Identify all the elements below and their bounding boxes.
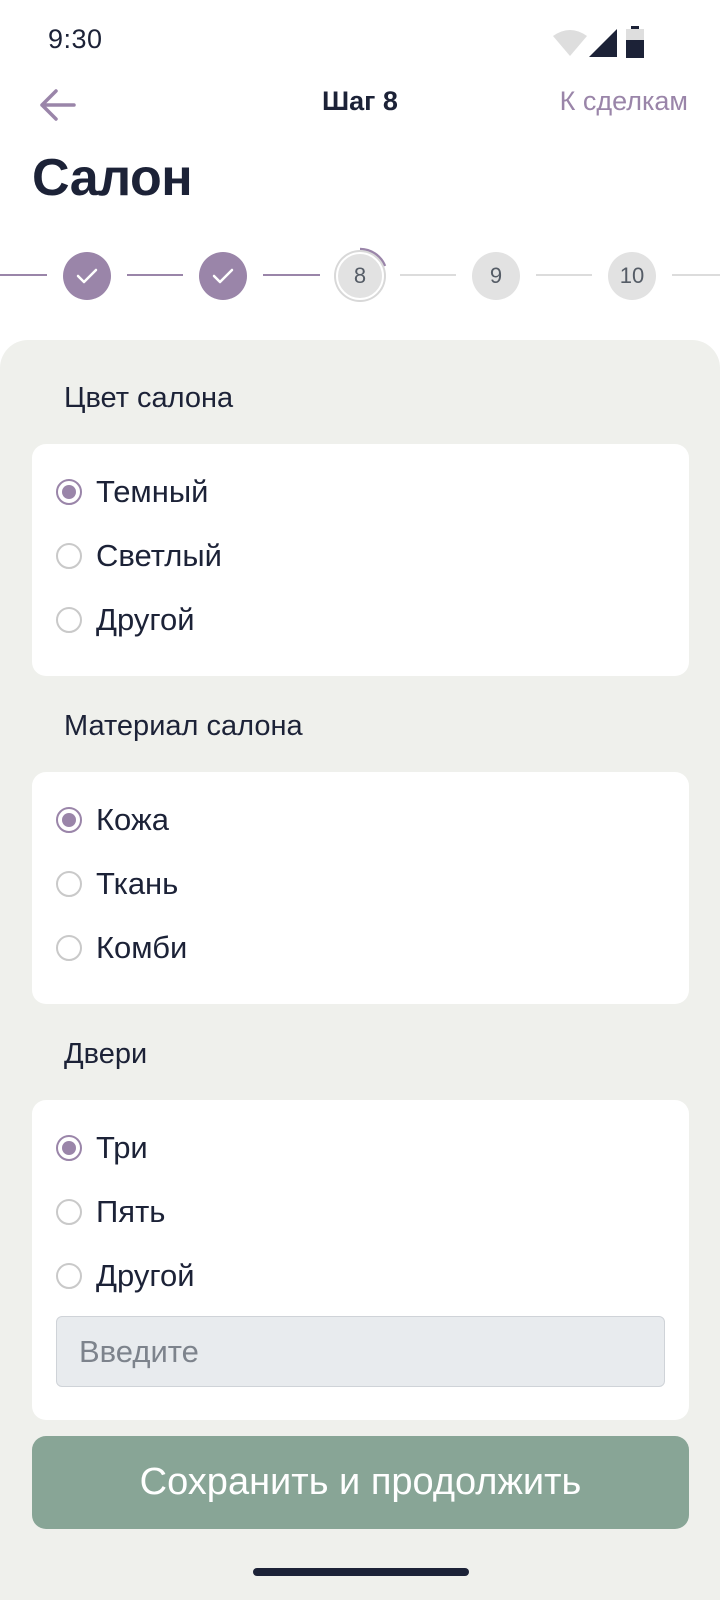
radio-option[interactable]: Комби: [56, 926, 187, 970]
radio-label: Пять: [96, 1194, 166, 1229]
header: Шаг 8 К сделкам: [0, 80, 720, 150]
stepper: 8 9 10: [0, 246, 720, 306]
radio-label: Светлый: [96, 538, 222, 573]
to-deals-link[interactable]: К сделкам: [560, 86, 688, 117]
step-number: 10: [619, 263, 645, 288]
doors-card: Три Пять Другой: [32, 1100, 689, 1420]
radio-button[interactable]: [56, 871, 82, 897]
signal-icon: [589, 29, 617, 57]
save-and-continue-button[interactable]: Сохранить и продолжить: [32, 1436, 689, 1529]
section-title-interior-material: Материал салона: [64, 710, 303, 742]
radio-label: Темный: [96, 474, 209, 509]
step-upcoming[interactable]: 10: [608, 252, 656, 300]
stepper-connector: [263, 274, 320, 276]
status-bar: 9:30: [0, 0, 720, 80]
check-icon: [76, 268, 98, 284]
radio-button-checked[interactable]: [56, 1135, 82, 1161]
radio-option[interactable]: Светлый: [56, 534, 222, 578]
section-title-doors: Двери: [64, 1038, 148, 1070]
stepper-connector: [672, 274, 720, 276]
other-doors-input[interactable]: [56, 1316, 665, 1387]
check-icon: [212, 268, 234, 284]
radio-button[interactable]: [56, 1263, 82, 1289]
form-panel: Цвет салона Темный Светлый Другой Матери…: [0, 340, 720, 1600]
radio-option[interactable]: Пять: [56, 1190, 165, 1234]
arrow-left-icon: [40, 89, 76, 121]
step-completed[interactable]: [63, 252, 111, 300]
home-indicator: [253, 1568, 469, 1576]
radio-option[interactable]: Другой: [56, 1254, 195, 1298]
step-number: 8: [353, 263, 367, 288]
battery-icon: [626, 26, 644, 58]
stepper-connector: [536, 274, 592, 276]
radio-button[interactable]: [56, 543, 82, 569]
wifi-icon: [553, 30, 587, 56]
radio-label: Три: [96, 1130, 148, 1165]
section-title-interior-color: Цвет салона: [64, 382, 234, 414]
radio-option[interactable]: Кожа: [56, 798, 169, 842]
radio-label: Комби: [96, 930, 188, 965]
interior-material-card: Кожа Ткань Комби: [32, 772, 689, 1004]
radio-button[interactable]: [56, 1199, 82, 1225]
interior-color-card: Темный Светлый Другой: [32, 444, 689, 676]
step-current[interactable]: 8: [336, 252, 384, 300]
radio-option[interactable]: Другой: [56, 598, 195, 642]
screen: 9:30 Шаг 8 К сделкам Салон 8 9 10 Цвет с…: [0, 0, 720, 1600]
radio-button-checked[interactable]: [56, 807, 82, 833]
radio-label: Другой: [96, 1258, 195, 1293]
radio-label: Кожа: [96, 802, 169, 837]
step-number: 9: [489, 263, 503, 288]
step-completed[interactable]: [199, 252, 247, 300]
page-title: Салон: [32, 149, 193, 207]
status-icons: [552, 26, 672, 60]
radio-label: Ткань: [96, 866, 179, 901]
radio-button[interactable]: [56, 607, 82, 633]
stepper-connector: [127, 274, 183, 276]
radio-label: Другой: [96, 602, 195, 637]
stepper-connector: [400, 274, 456, 276]
radio-option[interactable]: Ткань: [56, 862, 178, 906]
stepper-connector: [0, 274, 47, 276]
radio-option[interactable]: Три: [56, 1126, 148, 1170]
radio-option[interactable]: Темный: [56, 470, 208, 514]
status-time: 9:30: [48, 24, 103, 54]
step-upcoming[interactable]: 9: [472, 252, 520, 300]
radio-button-checked[interactable]: [56, 479, 82, 505]
back-button[interactable]: [32, 80, 82, 130]
radio-button[interactable]: [56, 935, 82, 961]
